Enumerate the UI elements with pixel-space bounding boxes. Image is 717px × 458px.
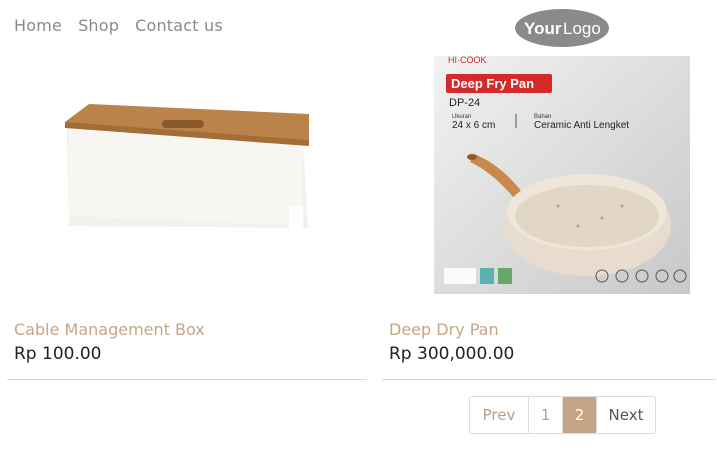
- pagination-prev-button[interactable]: Prev: [470, 397, 528, 433]
- pagination-next-button[interactable]: Next: [596, 397, 655, 433]
- logo-mark: Your Logo: [515, 9, 609, 47]
- pagination-page-1[interactable]: 1: [528, 397, 562, 433]
- logo-text-bold: Your: [524, 19, 562, 38]
- card-divider: [382, 379, 716, 380]
- cable-box-illustration: [65, 104, 309, 228]
- product-card[interactable]: Cable Management Box Rp 100.00: [7, 56, 367, 380]
- deep-fry-pan-illustration: HI·COOK Deep Fry Pan DP-24 Ukuran 24 x 6…: [434, 55, 690, 294]
- pan-title-text: Deep Fry Pan: [451, 76, 534, 91]
- product-image-cable-box[interactable]: [7, 56, 367, 296]
- nav-shop-link[interactable]: Shop: [78, 16, 119, 35]
- pan-size-value: 24 x 6 cm: [452, 120, 495, 131]
- pan-code-text: DP-24: [449, 97, 480, 109]
- pagination: Prev 1 2 Next: [469, 396, 656, 434]
- product-price: Rp 300,000.00: [389, 344, 515, 364]
- site-logo[interactable]: Your Logo: [514, 8, 610, 48]
- pan-brand-text: HI·COOK: [448, 56, 487, 65]
- product-image-deep-fry-pan[interactable]: HI·COOK Deep Fry Pan DP-24 Ukuran 24 x 6…: [382, 55, 716, 296]
- nav-home-link[interactable]: Home: [14, 16, 62, 35]
- product-name[interactable]: Deep Dry Pan: [389, 320, 499, 339]
- logo-text-light: Logo: [563, 19, 601, 38]
- pagination-page-2-active[interactable]: 2: [562, 397, 596, 433]
- product-card[interactable]: HI·COOK Deep Fry Pan DP-24 Ukuran 24 x 6…: [382, 55, 716, 380]
- card-divider: [7, 379, 367, 380]
- main-nav: Home Shop Contact us: [14, 16, 223, 35]
- product-price: Rp 100.00: [14, 344, 102, 364]
- nav-contact-link[interactable]: Contact us: [135, 16, 223, 35]
- product-name[interactable]: Cable Management Box: [14, 320, 205, 339]
- pan-material-value: Ceramic Anti Lengket: [534, 120, 629, 131]
